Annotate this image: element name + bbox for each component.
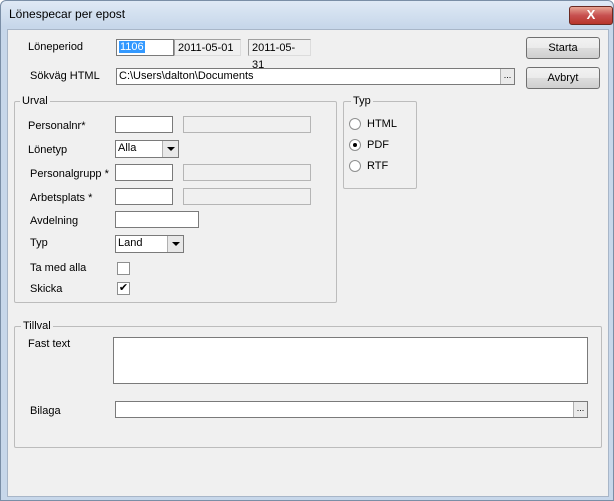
lonetyp-value: Alla — [118, 142, 137, 154]
tillval-title: Tillval — [21, 320, 53, 332]
typ-select[interactable]: Land — [115, 235, 184, 253]
avdelning-input[interactable] — [115, 211, 199, 228]
period-from: 2011-05-01 — [174, 39, 241, 56]
period-to: 2011-05-31 — [248, 39, 311, 71]
chevron-down-icon[interactable] — [162, 141, 178, 157]
checkmark-icon: ✔ — [118, 282, 129, 294]
arbetsplats-name-field — [183, 188, 311, 205]
path-label: Sökväg HTML — [30, 70, 100, 82]
typ-value: Land — [118, 237, 143, 249]
dialog-window: Lönespecar per epost X Löneperiod 1106 2… — [0, 0, 614, 501]
personalnr-name-field — [183, 116, 311, 133]
lonetyp-label: Lönetyp — [28, 144, 68, 156]
tamedalla-checkbox[interactable] — [117, 262, 130, 275]
urval-title: Urval — [20, 95, 50, 107]
path-value: C:\Users\dalton\Documents — [119, 70, 254, 82]
period-code-input[interactable]: 1106 — [116, 39, 174, 56]
title-bar: Lönespecar per epost X — [1, 1, 613, 28]
bilaga-browse-button[interactable]: ... — [573, 402, 587, 417]
arbetsplats-label: Arbetsplats * — [30, 192, 93, 204]
bilaga-input[interactable]: ... — [115, 401, 588, 418]
typ-radio-html[interactable] — [349, 118, 361, 130]
tamedalla-label: Ta med alla — [30, 262, 87, 274]
skicka-label: Skicka — [30, 283, 63, 295]
personalgrupp-input[interactable] — [115, 164, 173, 181]
start-button[interactable]: Starta — [526, 37, 600, 59]
personalnr-label: Personalnr* — [28, 120, 86, 132]
window-title: Lönespecar per epost — [9, 7, 126, 21]
typ-title: Typ — [351, 95, 373, 107]
lonetyp-select[interactable]: Alla — [115, 140, 179, 158]
fasttext-textarea[interactable] — [113, 337, 588, 384]
avdelning-label: Avdelning — [30, 215, 79, 227]
period-label: Löneperiod — [28, 41, 84, 53]
path-browse-button[interactable]: ... — [500, 69, 514, 84]
close-icon: X — [586, 7, 596, 22]
typ-option-rtf-label: RTF — [367, 160, 389, 172]
typ-option-pdf-label: PDF — [367, 139, 389, 151]
dialog-client: Löneperiod 1106 2011-05-01 2011-05-31 Sö… — [7, 29, 609, 497]
close-button[interactable]: X — [569, 6, 613, 25]
personalgrupp-label: Personalgrupp * — [30, 168, 109, 180]
typ-option-html-label: HTML — [367, 118, 397, 130]
typ-radio-pdf[interactable] — [349, 139, 361, 151]
skicka-checkbox[interactable]: ✔ — [117, 282, 130, 295]
path-input[interactable]: C:\Users\dalton\Documents ... — [116, 68, 515, 85]
personalgrupp-name-field — [183, 164, 311, 181]
personalnr-input[interactable] — [115, 116, 173, 133]
typ-label: Typ — [30, 237, 48, 249]
period-code-value: 1106 — [119, 41, 145, 53]
fasttext-label: Fast text — [28, 338, 71, 350]
arbetsplats-input[interactable] — [115, 188, 173, 205]
cancel-button[interactable]: Avbryt — [526, 67, 600, 89]
typ-radio-rtf[interactable] — [349, 160, 361, 172]
bilaga-label: Bilaga — [30, 405, 61, 417]
chevron-down-icon[interactable] — [167, 236, 183, 252]
